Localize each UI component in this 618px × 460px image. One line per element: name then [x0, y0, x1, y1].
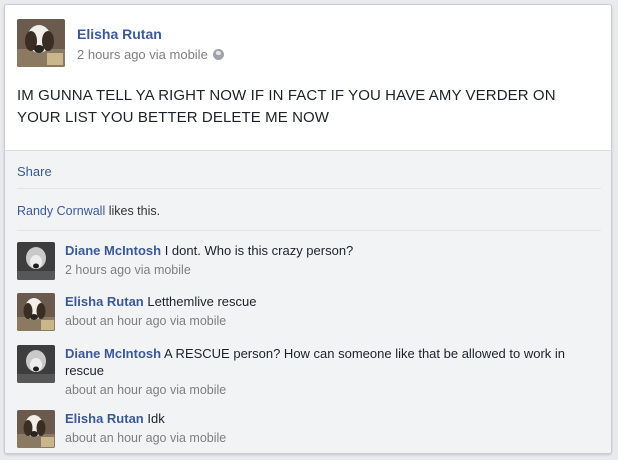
comment-author-link[interactable]: Elisha Rutan	[65, 294, 144, 309]
liker-name-link[interactable]: Randy Cornwall	[17, 204, 105, 218]
comment-item: Diane McIntosh A RESCUE person? How can …	[17, 345, 601, 403]
globe-icon[interactable]	[212, 49, 224, 60]
likes-suffix: likes this.	[105, 204, 161, 218]
comment-author-link[interactable]: Diane McIntosh	[65, 346, 161, 361]
comment-timestamp[interactable]: about an hour ago via mobile	[65, 313, 595, 330]
comment-timestamp[interactable]: 2 hours ago via mobile	[65, 262, 595, 279]
comment-item: Diane McIntosh I dont. Who is this crazy…	[17, 242, 601, 286]
comment-body: Elisha Rutan Idk about an hour ago via m…	[65, 410, 595, 447]
post-card: Elisha Rutan 2 hours ago via mobile IM G…	[4, 4, 612, 454]
comment-author-link[interactable]: Elisha Rutan	[65, 411, 144, 426]
commenter-avatar[interactable]	[17, 242, 55, 280]
comment-body: Elisha Rutan Letthemlive rescue about an…	[65, 293, 595, 330]
comment-timestamp[interactable]: about an hour ago via mobile	[65, 382, 595, 399]
comment-item: Elisha Rutan Letthemlive rescue about an…	[17, 293, 601, 337]
post-timestamp[interactable]: 2 hours ago via mobile	[77, 47, 208, 62]
post-meta: 2 hours ago via mobile	[77, 47, 224, 62]
commenter-avatar[interactable]	[17, 410, 55, 448]
comment-body: Diane McIntosh I dont. Who is this crazy…	[65, 242, 595, 279]
comment-text: Idk	[147, 411, 165, 426]
comment-text: Letthemlive rescue	[147, 294, 257, 309]
comment-timestamp[interactable]: about an hour ago via mobile	[65, 430, 595, 447]
commenter-avatar[interactable]	[17, 293, 55, 331]
comment-item: Elisha Rutan Idk about an hour ago via m…	[17, 410, 601, 453]
commenter-avatar[interactable]	[17, 345, 55, 383]
divider	[17, 188, 601, 189]
divider	[17, 230, 601, 231]
post-text: IM GUNNA TELL YA RIGHT NOW IF IN FACT IF…	[17, 87, 556, 126]
post-author-name[interactable]: Elisha Rutan	[77, 26, 162, 42]
comment-author-link[interactable]: Diane McIntosh	[65, 243, 161, 258]
comment-text: I dont. Who is this crazy person?	[164, 243, 354, 258]
likes-sentence: Randy Cornwall likes this.	[17, 204, 160, 218]
share-link[interactable]: Share	[17, 164, 52, 179]
feedback-section: Share Randy Cornwall likes this. Diane M…	[5, 150, 611, 453]
comment-body: Diane McIntosh A RESCUE person? How can …	[65, 345, 595, 399]
author-avatar[interactable]	[17, 19, 65, 67]
